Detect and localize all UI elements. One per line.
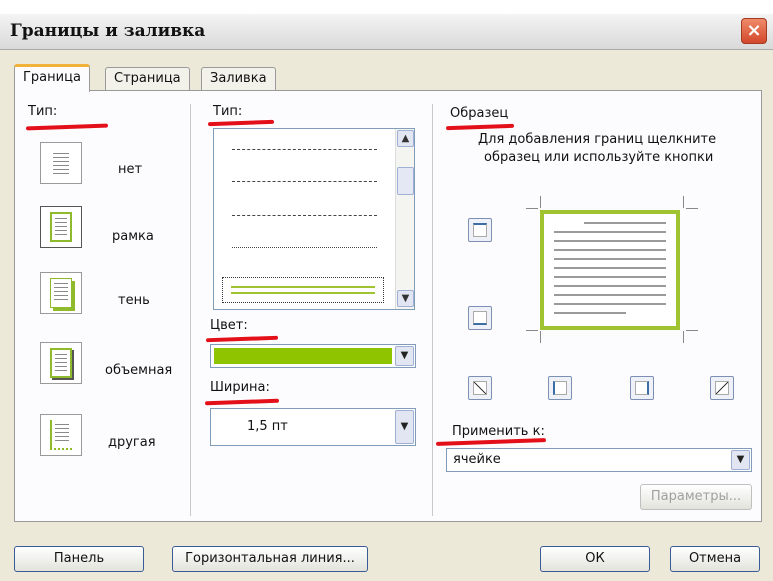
corner-mark	[540, 196, 541, 208]
paper-icon	[50, 348, 72, 378]
column-divider	[190, 104, 191, 516]
preview-text-line	[554, 312, 626, 314]
double-line-swatch	[231, 292, 375, 294]
preview-text-line	[554, 240, 666, 242]
corner-mark	[686, 330, 698, 331]
color-select[interactable]: ▼	[210, 344, 416, 368]
setting-box-icon[interactable]	[40, 206, 82, 248]
setting-shadow-label[interactable]: тень	[118, 293, 150, 308]
setting-custom-icon[interactable]	[40, 414, 82, 456]
paper-icon	[50, 278, 72, 308]
paper-icon	[50, 148, 72, 178]
width-value: 1,5 пт	[247, 419, 288, 434]
chevron-down-icon[interactable]: ▼	[395, 346, 414, 366]
line-style-option[interactable]	[232, 149, 377, 150]
color-label: Цвет:	[210, 318, 248, 333]
options-button[interactable]: Параметры...	[640, 484, 752, 510]
setting-none-label[interactable]: нет	[118, 162, 142, 177]
title-bar: Границы и заливка ×	[0, 14, 773, 50]
tab-label: Страница	[114, 71, 181, 86]
scroll-down-icon[interactable]: ▼	[397, 290, 414, 307]
setting-none-icon[interactable]	[40, 142, 82, 184]
border-preview[interactable]	[540, 210, 680, 330]
preview-text-line	[554, 294, 666, 296]
left-border-icon[interactable]	[548, 376, 572, 400]
style-list-scrollbar[interactable]: ▲ ▼	[395, 129, 414, 309]
apply-to-value: ячейке	[453, 452, 501, 467]
corner-mark	[683, 196, 684, 208]
panel-button[interactable]: Панель	[14, 546, 144, 572]
ok-button[interactable]: ОК	[540, 546, 650, 572]
preview-hint: Для добавления границ щелкните	[478, 132, 717, 147]
dialog-title: Границы и заливка	[10, 21, 206, 41]
setting-label: Тип:	[28, 104, 58, 119]
tab-borders[interactable]: Граница	[14, 64, 90, 92]
setting-3d-label[interactable]: объемная	[105, 363, 172, 378]
width-label: Ширина:	[210, 380, 270, 395]
tab-label: Заливка	[210, 71, 267, 86]
bottom-border-icon[interactable]	[468, 306, 492, 330]
corner-mark	[686, 208, 698, 209]
apply-to-label: Применить к:	[452, 424, 545, 439]
cancel-button[interactable]: Отмена	[670, 546, 760, 572]
color-swatch	[214, 348, 392, 364]
right-border-icon[interactable]	[630, 376, 654, 400]
tab-shading[interactable]: Заливка	[201, 67, 276, 91]
line-style-option[interactable]	[232, 247, 377, 248]
preview-text-line	[554, 303, 666, 305]
tab-page[interactable]: Страница	[105, 67, 190, 91]
chevron-down-icon[interactable]: ▼	[731, 450, 750, 470]
scroll-up-icon[interactable]: ▲	[397, 130, 414, 147]
apply-to-select[interactable]: ячейке ▼	[446, 448, 752, 472]
preview-text-line	[554, 258, 666, 260]
line-style-option[interactable]	[232, 181, 377, 182]
close-icon[interactable]: ×	[741, 18, 767, 44]
setting-custom-label[interactable]: другая	[108, 435, 156, 450]
paper-icon	[50, 212, 72, 242]
double-line-swatch	[231, 286, 375, 288]
preview-text-line	[554, 231, 666, 233]
preview-text-line	[554, 285, 666, 287]
corner-mark	[540, 331, 541, 343]
preview-text-line	[584, 222, 666, 224]
preview-label: Образец	[450, 106, 509, 121]
preview-text-line	[554, 249, 666, 251]
line-style-list[interactable]: ▲ ▼	[213, 128, 415, 310]
selected-line-style[interactable]	[222, 277, 384, 303]
paper-icon	[50, 420, 72, 450]
corner-mark	[526, 330, 538, 331]
preview-text-line	[554, 267, 666, 269]
chevron-down-icon[interactable]: ▼	[395, 410, 414, 444]
diagonal-down-border-icon[interactable]	[710, 376, 734, 400]
preview-text-line	[554, 276, 666, 278]
corner-mark	[526, 208, 538, 209]
width-select[interactable]: 1,5 пт ▼	[210, 408, 416, 446]
style-label: Тип:	[213, 104, 243, 119]
preview-hint: образец или используйте кнопки	[484, 150, 714, 165]
corner-mark	[683, 331, 684, 343]
diagonal-up-border-icon[interactable]	[468, 376, 492, 400]
scroll-thumb[interactable]	[397, 167, 414, 195]
line-style-option[interactable]	[232, 215, 377, 216]
setting-3d-icon[interactable]	[40, 342, 82, 384]
setting-box-label[interactable]: рамка	[112, 229, 154, 244]
background-strip	[0, 0, 773, 14]
top-border-icon[interactable]	[468, 218, 492, 242]
dialog-body: Граница Страница Заливка Тип: нет рамка	[0, 50, 773, 581]
setting-shadow-icon[interactable]	[40, 272, 82, 314]
column-divider	[432, 104, 433, 516]
tab-label: Граница	[23, 70, 81, 85]
horizontal-line-button[interactable]: Горизонтальная линия...	[172, 546, 368, 572]
